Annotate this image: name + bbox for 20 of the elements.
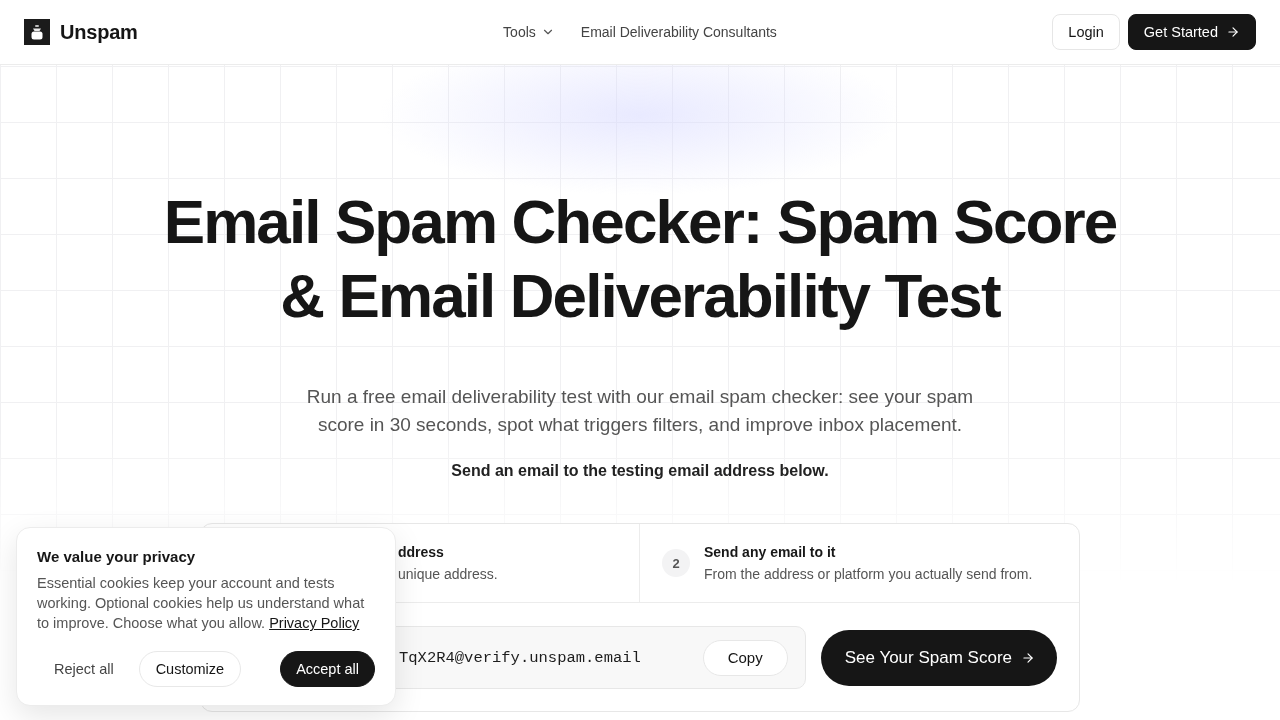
instruction-text: Send an email to the testing email address below. — [451, 461, 829, 481]
page-title: Email Spam Checker: Spam Score & Email Deliverability Test — [162, 186, 1118, 332]
copy-button[interactable]: Copy — [702, 639, 788, 676]
reject-button[interactable]: Reject all — [37, 651, 131, 687]
step-title: ddress — [398, 543, 445, 561]
step-description: From the address or platform you actually send from. — [704, 565, 1033, 583]
logo-icon — [24, 19, 50, 45]
customize-button[interactable]: Customize — [138, 651, 242, 687]
cookie-title: We value your privacy — [37, 547, 197, 567]
login-button[interactable]: Login — [1052, 14, 1120, 50]
page-subtitle: Run a free email deliverability test with our email spam checker: see your spam score in 30 seconds, spot what triggers filters, and improve inbox placement. — [305, 385, 975, 437]
brand-name[interactable]: Unspam — [60, 20, 138, 44]
get-started-button[interactable]: Get Started — [1127, 14, 1256, 50]
nav-link[interactable]: Email Deliverability Consultants — [580, 24, 777, 40]
nav-dropdown[interactable]: Tools — [503, 24, 555, 40]
spam-score-button[interactable]: See Your Spam Score — [820, 629, 1057, 686]
step-title: Send any email to it — [704, 543, 837, 561]
accept-button[interactable]: Accept all — [280, 651, 375, 687]
step-number: 2 — [662, 549, 690, 577]
step-description: unique address. — [398, 565, 498, 583]
